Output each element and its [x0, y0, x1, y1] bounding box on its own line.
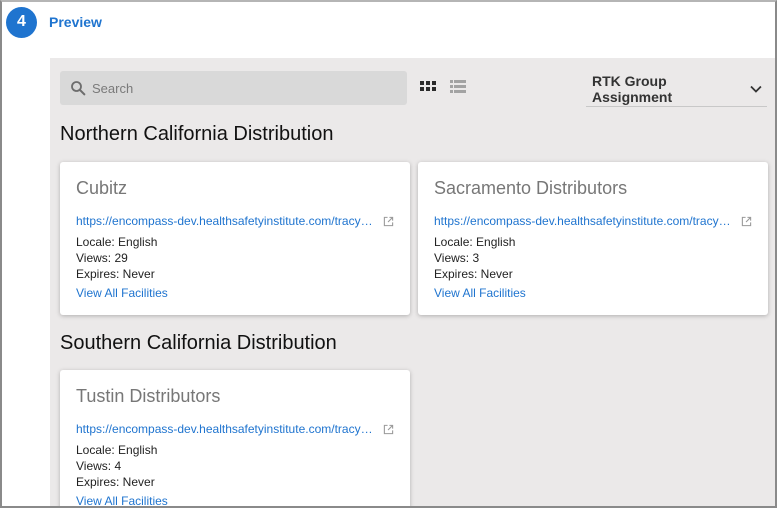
- view-all-facilities-link[interactable]: View All Facilities: [76, 494, 168, 506]
- card-views: Views: 3: [434, 251, 480, 265]
- external-link-icon[interactable]: [741, 216, 752, 227]
- distribution-card: Tustin Distributors https://encompass-de…: [60, 370, 410, 506]
- step-header: 4 Preview: [6, 6, 102, 38]
- search-icon: [71, 81, 86, 96]
- card-expires: Expires: Never: [76, 475, 155, 489]
- card-expires: Expires: Never: [434, 267, 513, 281]
- group-assignment-select[interactable]: RTK Group Assignment: [586, 71, 767, 107]
- section-title-northern: Northern California Distribution: [60, 123, 334, 145]
- search-input[interactable]: [92, 71, 392, 105]
- card-views: Views: 4: [76, 459, 122, 473]
- step-title: Preview: [49, 14, 102, 30]
- grid-view-icon[interactable]: [419, 78, 437, 96]
- external-link-icon[interactable]: [383, 424, 394, 435]
- external-link-icon[interactable]: [383, 216, 394, 227]
- step-number-badge: 4: [6, 6, 37, 38]
- card-title: Sacramento Distributors: [434, 178, 628, 198]
- card-locale: Locale: English: [434, 235, 516, 249]
- card-url-row: https://encompass-dev.healthsafetyinstit…: [434, 213, 752, 229]
- card-views: Views: 29: [76, 251, 128, 265]
- card-url-link[interactable]: https://encompass-dev.healthsafetyinstit…: [434, 214, 736, 228]
- list-view-icon[interactable]: [449, 78, 467, 96]
- preview-panel: RTK Group Assignment Northern California…: [50, 58, 775, 506]
- view-all-facilities-link[interactable]: View All Facilities: [76, 286, 168, 300]
- card-locale: Locale: English: [76, 443, 158, 457]
- card-title: Tustin Distributors: [76, 386, 221, 406]
- card-title: Cubitz: [76, 178, 128, 198]
- search-box[interactable]: [60, 71, 407, 105]
- card-url-row: https://encompass-dev.healthsafetyinstit…: [76, 213, 394, 229]
- card-url-link[interactable]: https://encompass-dev.healthsafetyinstit…: [76, 214, 378, 228]
- view-all-facilities-link[interactable]: View All Facilities: [434, 286, 526, 300]
- distribution-card: Cubitz https://encompass-dev.healthsafet…: [60, 162, 410, 315]
- section-title-southern: Southern California Distribution: [60, 332, 337, 354]
- card-locale: Locale: English: [76, 235, 158, 249]
- chevron-down-icon: [750, 85, 762, 93]
- group-select-label: RTK Group Assignment: [592, 72, 673, 105]
- card-expires: Expires: Never: [76, 267, 155, 281]
- card-url-row: https://encompass-dev.healthsafetyinstit…: [76, 421, 394, 437]
- distribution-card: Sacramento Distributors https://encompas…: [418, 162, 768, 315]
- card-url-link[interactable]: https://encompass-dev.healthsafetyinstit…: [76, 422, 378, 436]
- app-frame: 4 Preview RTK Group A: [0, 0, 777, 508]
